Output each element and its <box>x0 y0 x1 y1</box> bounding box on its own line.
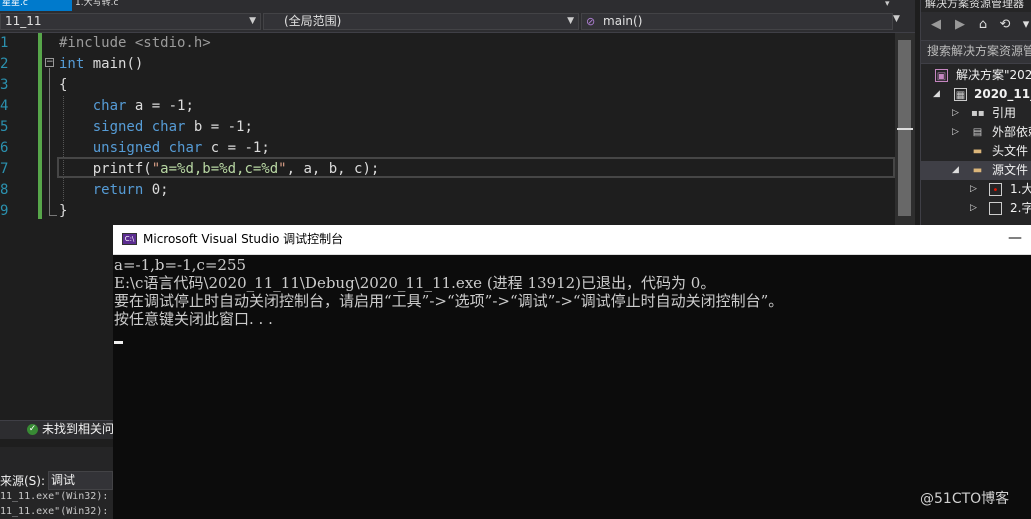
back-icon[interactable]: ◀ <box>928 17 944 33</box>
console-output-line: E:\c语言代码\2020_11_11\Debug\2020_11_11.exe… <box>114 274 716 292</box>
console-cursor <box>114 341 123 344</box>
line-number: 8 <box>0 182 9 198</box>
collapsed-arrow-icon[interactable]: ▷ <box>952 104 959 123</box>
check-circle-icon: ✓ <box>27 424 38 435</box>
expanded-arrow-icon[interactable]: ◢ <box>952 161 959 180</box>
tree-item-label: 源文件 <box>992 163 1029 177</box>
collapsed-arrow-icon[interactable]: ▷ <box>970 199 977 218</box>
line-number: 6 <box>0 140 9 156</box>
tree-item-label: 头文件 <box>992 144 1029 158</box>
sync-icon[interactable]: ⟲ <box>997 17 1013 33</box>
line-number: 1 <box>0 35 9 51</box>
tree-item-project[interactable]: ◢ ▦ 2020_11_11 <box>921 85 1031 104</box>
references-icon: ▪▪ <box>971 108 985 119</box>
c-file-icon <box>989 202 1002 215</box>
tab-active-file[interactable]: 星星.c <box>0 0 72 11</box>
function-dropdown[interactable]: ⊘ main() <box>581 13 893 30</box>
project-icon: ▦ <box>954 88 967 101</box>
code-line-4: char a = -1; <box>92 98 194 114</box>
code-line-1: #include <stdio.h> <box>59 35 211 51</box>
tree-item-label: 2.字 <box>1010 201 1031 215</box>
line-number: 9 <box>0 203 9 219</box>
tree-item-label: 1.大 <box>1010 182 1031 196</box>
output-line: 11_11.exe"(Win32): <box>0 506 109 517</box>
chevron-down-icon: ▼ <box>249 16 256 26</box>
code-line-7: printf("a=%d,b=%d,c=%d", a, b, c); <box>59 161 380 177</box>
console-app-icon: C:\ <box>122 233 137 245</box>
console-output-line: a=-1,b=-1,c=255 <box>114 256 247 274</box>
code-line-8: return 0; <box>92 182 169 198</box>
tree-item-references[interactable]: ▷ ▪▪ 引用 <box>921 104 1031 123</box>
scrollbar-caret-marker <box>897 128 913 130</box>
function-icon: ⊘ <box>586 15 596 28</box>
collapse-icon[interactable]: − <box>45 58 54 67</box>
solution-explorer-title: 解决方案资源管理器 <box>925 0 1024 8</box>
line-number: 4 <box>0 98 9 114</box>
expanded-arrow-icon[interactable]: ◢ <box>933 85 940 104</box>
tree-item-file-1[interactable]: ▷ • 1.大 <box>921 180 1031 199</box>
chevron-down-icon[interactable]: ▼ <box>893 14 900 24</box>
line-number: 2 <box>0 56 9 72</box>
tree-item-file-2[interactable]: ▷ 2.字 <box>921 199 1031 218</box>
tree-item-label: 引用 <box>992 106 1017 120</box>
code-line-5: signed char b = -1; <box>92 119 253 135</box>
tab-second-file[interactable]: 1.大写转.c <box>75 0 215 11</box>
scope-dropdown-label: (全局范围) <box>284 14 342 28</box>
fold-line <box>49 68 50 216</box>
solution-icon: ▣ <box>935 69 948 82</box>
function-dropdown-label: main() <box>603 14 643 28</box>
collapsed-arrow-icon[interactable]: ▷ <box>952 123 959 142</box>
change-tracking-bar <box>38 33 42 219</box>
code-line-6: unsigned char c = -1; <box>92 140 270 156</box>
code-line-2: int main() <box>59 56 144 72</box>
tree-item-external-deps[interactable]: ▷ ▤ 外部依赖项 <box>921 123 1031 142</box>
tree-item-label: 2020_11_11 <box>974 87 1031 101</box>
console-title: Microsoft Visual Studio 调试控制台 <box>143 232 344 246</box>
output-line: 11_11.exe"(Win32): <box>0 491 109 502</box>
tree-item-header-files[interactable]: ▬ 头文件 <box>921 142 1031 161</box>
output-source-label: 来源(S): <box>0 474 46 488</box>
home-icon[interactable]: ⌂ <box>975 17 991 33</box>
line-number: 7 <box>0 161 9 177</box>
project-dropdown-label: 11_11 <box>5 14 42 28</box>
chevron-down-icon: ▼ <box>567 16 574 26</box>
output-source-select[interactable]: 调试 <box>48 471 113 490</box>
folder-open-icon: ▬ <box>972 165 983 176</box>
watermark: @51CTO博客 <box>920 491 1010 507</box>
solution-search-placeholder: 搜索解决方案资源管理器 <box>927 44 1031 58</box>
external-dependencies-icon: ▤ <box>972 127 983 138</box>
code-line-3: { <box>59 77 68 93</box>
fold-line-end <box>49 215 57 216</box>
tree-item-label: 解决方案"2020 <box>956 68 1031 82</box>
minimize-icon[interactable]: — <box>1008 230 1022 246</box>
toolbar-more-icon[interactable]: ▾ <box>1018 17 1031 33</box>
forward-icon[interactable]: ▶ <box>952 17 968 33</box>
tree-item-label: 外部依赖项 <box>992 125 1031 139</box>
c-file-error-icon: • <box>989 183 1002 196</box>
tree-item-source-files[interactable]: ◢ ▬ 源文件 <box>921 161 1031 180</box>
collapsed-arrow-icon[interactable]: ▷ <box>970 180 977 199</box>
tab-overflow-icon[interactable]: ▾ <box>885 0 899 11</box>
folder-icon: ▬ <box>972 146 983 157</box>
console-output-line: 要在调试停止时自动关闭控制台，请启用“工具”->“选项”->“调试”->“调试停… <box>114 292 784 310</box>
scope-dropdown[interactable]: (全局范围) ▼ <box>263 13 579 30</box>
line-number: 5 <box>0 119 9 135</box>
project-dropdown[interactable]: 11_11 ▼ <box>0 13 261 30</box>
debug-console-window[interactable] <box>113 225 1031 519</box>
code-line-9: } <box>59 203 68 219</box>
console-output-line: 按任意键关闭此窗口. . . <box>114 310 273 328</box>
tree-item-solution[interactable]: ▣ 解决方案"2020 <box>921 66 1031 85</box>
line-number: 3 <box>0 77 9 93</box>
